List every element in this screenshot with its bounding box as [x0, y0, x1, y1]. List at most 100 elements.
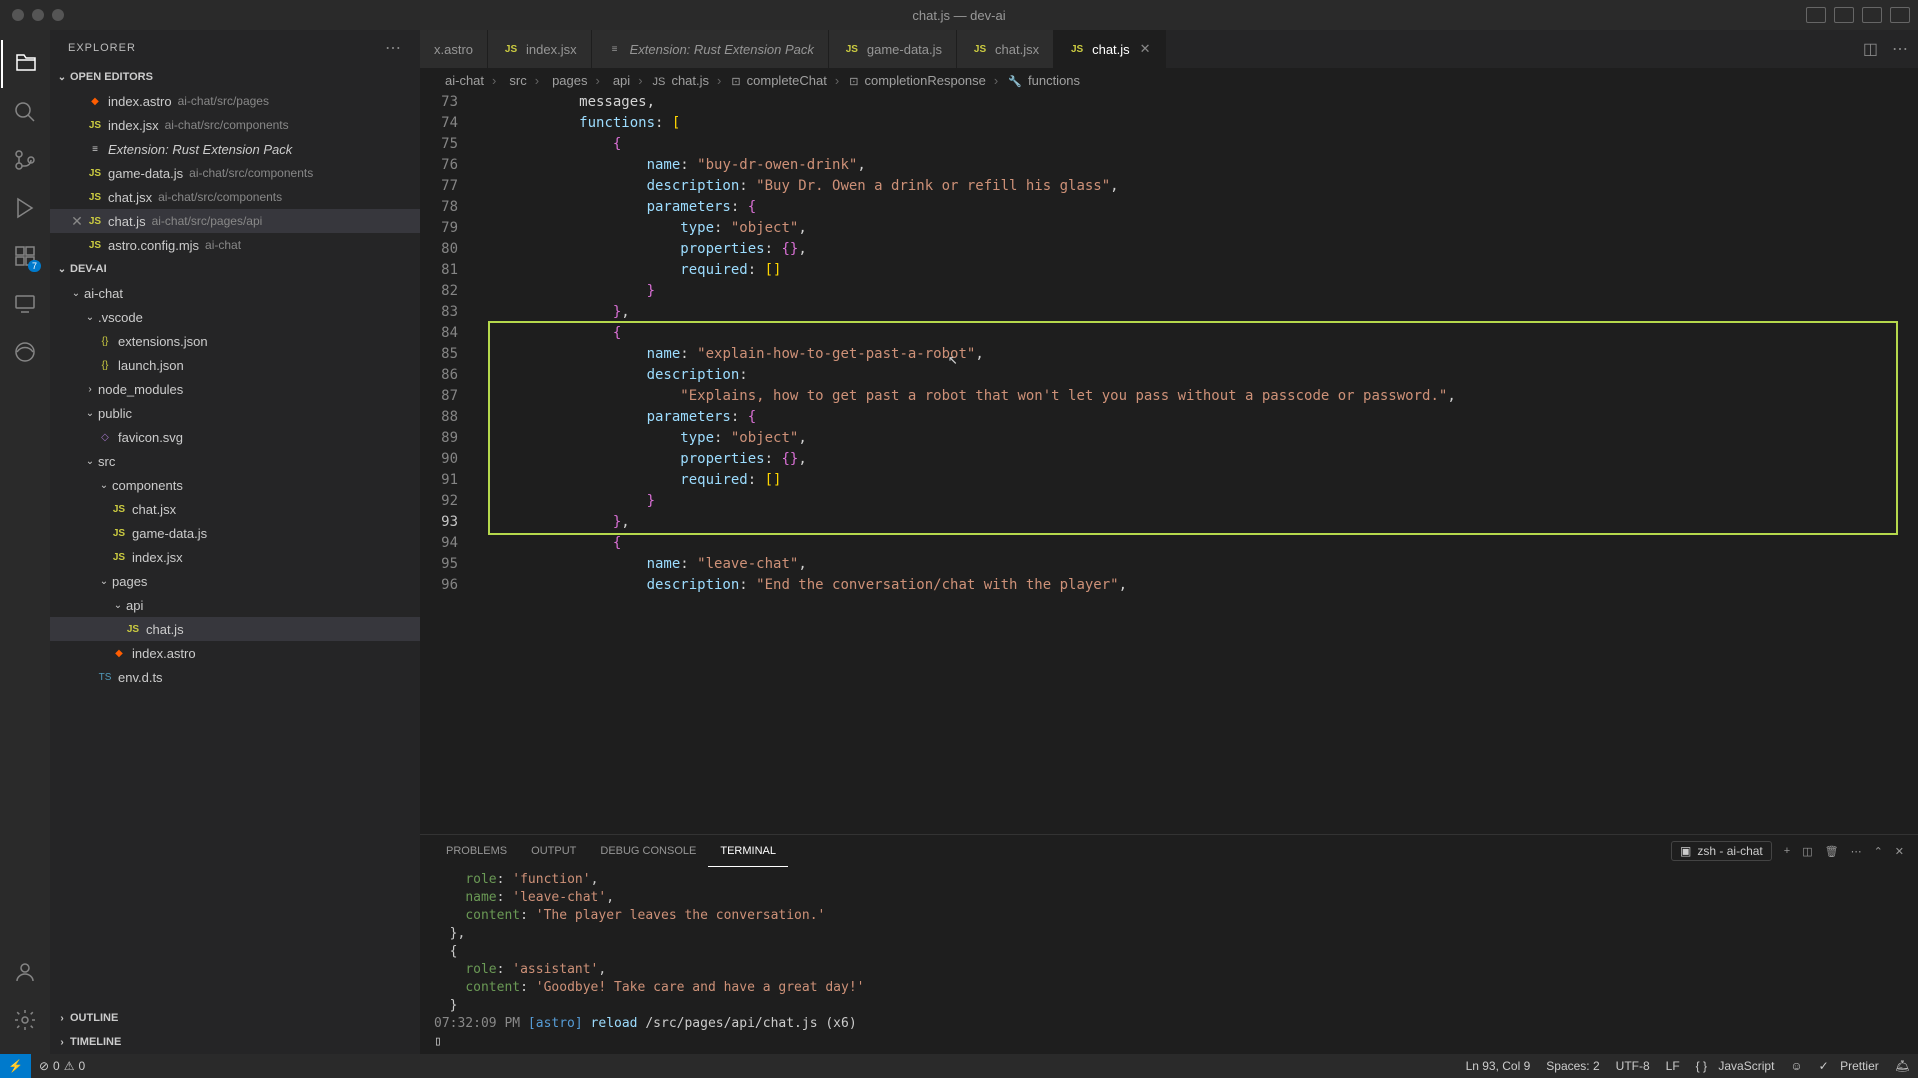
- split-editor-icon[interactable]: ◫: [1863, 39, 1878, 59]
- breadcrumb-item[interactable]: 🔧 functions: [1006, 73, 1080, 88]
- layout-controls[interactable]: [1806, 7, 1910, 23]
- panel-layout-icon[interactable]: [1834, 7, 1854, 23]
- file-item[interactable]: ◇favicon.svg: [50, 425, 420, 449]
- source-control-icon[interactable]: [1, 136, 49, 184]
- folder-item[interactable]: ⌄ai-chat: [50, 281, 420, 305]
- breadcrumb-item[interactable]: ⊡ completeChat: [729, 73, 827, 88]
- editor-tab[interactable]: JSgame-data.js: [829, 30, 957, 68]
- language-mode[interactable]: { } JavaScript: [1688, 1059, 1783, 1073]
- chevron-down-icon: ⌄: [54, 72, 70, 83]
- file-item[interactable]: {}launch.json: [50, 353, 420, 377]
- terminal-selector[interactable]: ▣ zsh - ai-chat: [1671, 841, 1772, 861]
- problems-status[interactable]: ⊘0 ⚠0: [31, 1059, 93, 1073]
- notifications-icon[interactable]: 🛎: [1887, 1059, 1918, 1073]
- terminal-output[interactable]: role: 'function', name: 'leave-chat', co…: [420, 867, 1918, 1054]
- folder-item[interactable]: ⌄src: [50, 449, 420, 473]
- new-terminal-icon[interactable]: +: [1784, 845, 1790, 857]
- encoding-status[interactable]: UTF-8: [1608, 1059, 1658, 1073]
- close-panel-icon[interactable]: ✕: [1895, 845, 1904, 858]
- maximize-panel-icon[interactable]: ⌃: [1874, 845, 1883, 858]
- folder-item[interactable]: ›node_modules: [50, 377, 420, 401]
- breadcrumb[interactable]: ai-chat›src›pages›api›JS chat.js›⊡ compl…: [420, 68, 1918, 92]
- feedback-icon[interactable]: ☺: [1782, 1059, 1810, 1073]
- project-header[interactable]: ⌄ DEV-AI: [50, 257, 420, 281]
- file-item[interactable]: JSindex.jsx: [50, 545, 420, 569]
- indentation-status[interactable]: Spaces: 2: [1538, 1059, 1607, 1073]
- editor-item-path: ai-chat/src/components: [189, 166, 313, 180]
- folder-item[interactable]: ⌄api: [50, 593, 420, 617]
- search-icon[interactable]: [1, 88, 49, 136]
- panel-more-icon[interactable]: ⋯: [1851, 845, 1862, 858]
- editor-tab[interactable]: JSchat.jsx: [957, 30, 1054, 68]
- minimize-window-icon[interactable]: [32, 9, 44, 21]
- editor-tab[interactable]: x.astro: [420, 30, 488, 68]
- run-debug-icon[interactable]: [1, 184, 49, 232]
- edge-tools-icon[interactable]: [1, 328, 49, 376]
- folder-item[interactable]: ⌄.vscode: [50, 305, 420, 329]
- tab-label: x.astro: [434, 42, 473, 57]
- open-editor-item[interactable]: JSindex.jsxai-chat/src/components: [50, 113, 420, 137]
- editor-tab[interactable]: JSchat.js✕: [1054, 30, 1165, 68]
- breadcrumb-item[interactable]: api: [608, 73, 630, 88]
- file-name: node_modules: [98, 382, 183, 397]
- remote-indicator[interactable]: ⚡: [0, 1054, 31, 1078]
- file-item[interactable]: TSenv.d.ts: [50, 665, 420, 689]
- code-editor[interactable]: 7374757677787980818283848586878889909192…: [420, 92, 1918, 834]
- open-editor-item[interactable]: JSchat.jsxai-chat/src/components: [50, 185, 420, 209]
- split-terminal-icon[interactable]: ◫: [1802, 845, 1812, 858]
- open-editor-item[interactable]: JSgame-data.jsai-chat/src/components: [50, 161, 420, 185]
- cursor-position[interactable]: Ln 93, Col 9: [1458, 1059, 1539, 1073]
- breadcrumb-item[interactable]: ai-chat: [440, 73, 484, 88]
- sidebar-more-icon[interactable]: ⋯: [385, 38, 402, 58]
- kill-terminal-icon[interactable]: 🗑: [1825, 845, 1839, 858]
- remote-explorer-icon[interactable]: [1, 280, 49, 328]
- tab-more-icon[interactable]: ⋯: [1892, 39, 1908, 59]
- error-icon: ⊘: [39, 1059, 49, 1073]
- timeline-header[interactable]: › TIMELINE: [50, 1030, 420, 1054]
- eol-status[interactable]: LF: [1658, 1059, 1688, 1073]
- panel-tab[interactable]: PROBLEMS: [434, 835, 519, 867]
- folder-item[interactable]: ⌄pages: [50, 569, 420, 593]
- breadcrumb-item[interactable]: ⊡ completionResponse: [847, 73, 986, 88]
- extensions-badge: 7: [28, 260, 41, 272]
- close-tab-icon[interactable]: ✕: [1140, 41, 1151, 57]
- file-name: public: [98, 406, 132, 421]
- open-editors-header[interactable]: ⌄ OPEN EDITORS: [50, 65, 420, 89]
- explorer-icon[interactable]: [1, 40, 49, 88]
- editor-item-path: ai-chat/src/components: [165, 118, 289, 132]
- file-type-icon: JS: [843, 44, 861, 55]
- outline-header[interactable]: › OUTLINE: [50, 1006, 420, 1030]
- close-window-icon[interactable]: [12, 9, 24, 21]
- file-item[interactable]: JSchat.jsx: [50, 497, 420, 521]
- editor-tab[interactable]: ≡Extension: Rust Extension Pack: [592, 30, 829, 68]
- open-editor-item[interactable]: ≡Extension: Rust Extension Pack: [50, 137, 420, 161]
- open-editor-item[interactable]: JSastro.config.mjsai-chat: [50, 233, 420, 257]
- prettier-status[interactable]: ✓ Prettier: [1811, 1059, 1887, 1073]
- open-editor-item[interactable]: ◆index.astroai-chat/src/pages: [50, 89, 420, 113]
- panel-tab[interactable]: OUTPUT: [519, 835, 588, 867]
- folder-item[interactable]: ⌄public: [50, 401, 420, 425]
- panel-layout-icon[interactable]: [1890, 7, 1910, 23]
- open-editor-item[interactable]: ✕JSchat.jsai-chat/src/pages/api: [50, 209, 420, 233]
- panel-tab[interactable]: DEBUG CONSOLE: [588, 835, 708, 867]
- editor-tab[interactable]: JSindex.jsx: [488, 30, 592, 68]
- file-item[interactable]: {}extensions.json: [50, 329, 420, 353]
- panel-tab[interactable]: TERMINAL: [708, 835, 788, 867]
- maximize-window-icon[interactable]: [52, 9, 64, 21]
- window-controls[interactable]: [12, 9, 64, 21]
- account-icon[interactable]: [1, 948, 49, 996]
- breadcrumb-item[interactable]: src: [504, 73, 526, 88]
- chevron-icon: ⌄: [96, 576, 112, 587]
- file-type-icon: {}: [96, 360, 114, 371]
- file-item[interactable]: ◆index.astro: [50, 641, 420, 665]
- file-item[interactable]: JSchat.js: [50, 617, 420, 641]
- panel-layout-icon[interactable]: [1806, 7, 1826, 23]
- file-item[interactable]: JSgame-data.js: [50, 521, 420, 545]
- folder-item[interactable]: ⌄components: [50, 473, 420, 497]
- close-icon[interactable]: ✕: [68, 213, 86, 230]
- panel-layout-icon[interactable]: [1862, 7, 1882, 23]
- extensions-icon[interactable]: 7: [1, 232, 49, 280]
- settings-gear-icon[interactable]: [1, 996, 49, 1044]
- breadcrumb-item[interactable]: pages: [547, 73, 587, 88]
- breadcrumb-item[interactable]: JS chat.js: [651, 73, 709, 88]
